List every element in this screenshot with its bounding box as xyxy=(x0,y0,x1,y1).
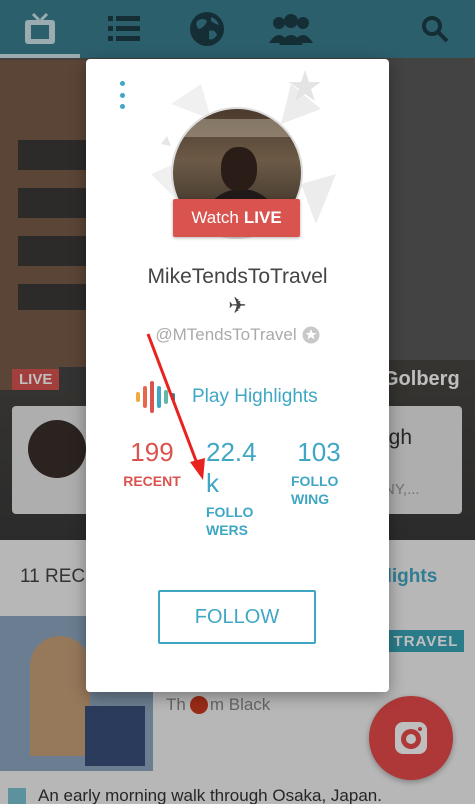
followers-label-line2: WERS xyxy=(206,522,248,538)
watch-live-label: LIVE xyxy=(243,208,282,227)
kebab-dot xyxy=(119,92,125,98)
username: MikeTendsToTravel xyxy=(147,265,328,288)
watch-label: Watch xyxy=(191,208,239,227)
followers-stat[interactable]: 22.4 k FOLLO WERS xyxy=(206,437,268,539)
play-highlights-label: Play Highlights xyxy=(192,386,318,407)
user-handle: @MTendsToTravel xyxy=(155,325,297,344)
following-label-line1: FOLLO xyxy=(291,473,339,489)
photo-person-face xyxy=(221,147,257,191)
more-options-menu[interactable] xyxy=(114,79,130,111)
watch-live-button[interactable]: Watch LIVE xyxy=(173,199,300,237)
followers-label-line1: FOLLO xyxy=(206,504,254,520)
kebab-dot xyxy=(119,104,125,109)
recent-count: 199 xyxy=(130,437,174,467)
recent-stat[interactable]: 199 RECENT xyxy=(122,437,182,490)
handle-row: @MTendsToTravel xyxy=(86,325,389,345)
followers-count-line1: 22.4 xyxy=(206,437,257,467)
verified-badge-icon xyxy=(302,326,320,344)
photo-window xyxy=(173,119,301,137)
following-label-line2: WING xyxy=(291,491,330,507)
play-highlights-button[interactable]: Play Highlights xyxy=(136,381,318,413)
following-count: 103 xyxy=(297,437,341,467)
profile-modal: Watch LIVE MikeTendsToTravel ✈ @MTendsTo… xyxy=(86,59,389,692)
followers-count-line2: k xyxy=(206,468,219,498)
following-stat[interactable]: 103 FOLLO WING xyxy=(291,437,351,508)
audio-bars-icon xyxy=(136,381,175,413)
plane-emoji: ✈ xyxy=(228,293,247,318)
follow-button[interactable]: FOLLOW xyxy=(158,590,316,644)
kebab-dot xyxy=(119,81,125,86)
recent-label: RECENT xyxy=(123,473,181,489)
